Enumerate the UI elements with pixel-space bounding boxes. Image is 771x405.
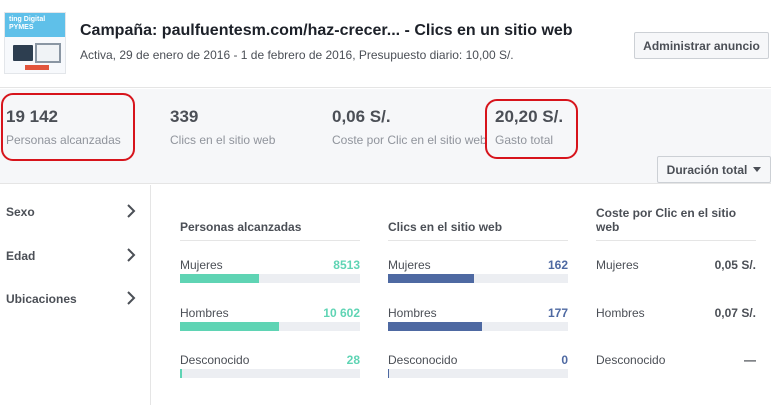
laptop-graphic — [13, 45, 33, 61]
bar-fill — [388, 369, 389, 378]
row-label: Hombres — [388, 306, 437, 320]
row-value: 162 — [547, 258, 568, 272]
bar-track — [180, 274, 360, 283]
bar-track — [388, 322, 568, 331]
stat-clicks: 339 Clics en el sitio web — [170, 107, 275, 147]
campaign-status: Activa, 29 de enero de 2016 - 1 de febre… — [80, 48, 514, 62]
bar-track — [180, 369, 360, 378]
row-label: Desconocido — [180, 353, 250, 367]
duration-label: Duración total — [666, 162, 748, 177]
breakdown-row: Hombres 10 602 — [180, 306, 360, 336]
bar-fill — [180, 274, 260, 283]
stat-label: Coste por Clic en el sitio web — [332, 133, 487, 147]
sidebar-item-label: Sexo — [6, 205, 35, 219]
campaign-title: Campaña: paulfuentesm.com/haz-crecer... … — [80, 22, 573, 39]
divider — [596, 240, 756, 241]
breakdown-row: Mujeres 0,05 S/. — [596, 258, 756, 288]
stat-value: 339 — [170, 107, 199, 126]
stat-value: 0,06 S/. — [332, 107, 391, 126]
sidebar-item-edad[interactable]: Edad — [0, 235, 150, 275]
bar-fill — [388, 322, 482, 331]
sidebar-item-label: Ubicaciones — [6, 292, 77, 306]
breakdown-column-reach: Personas alcanzadas Mujeres 8513 Hombres… — [180, 206, 360, 378]
breakdown-column-clicks: Clics en el sitio web Mujeres 162 Hombre… — [388, 206, 568, 378]
column-heading: Clics en el sitio web — [388, 220, 503, 234]
divider — [388, 240, 568, 241]
column-heading: Coste por Clic en el sitio web — [596, 206, 737, 234]
breakdown-row: Hombres 0,07 S/. — [596, 306, 756, 336]
highlight-circle-reach — [1, 93, 135, 161]
row-label: Mujeres — [596, 258, 639, 272]
breakdown-row: Mujeres 162 — [388, 258, 568, 288]
breakdown-row: Desconocido 28 — [180, 353, 360, 383]
column-heading: Personas alcanzadas — [180, 220, 302, 234]
highlight-circle-spend — [485, 99, 578, 159]
monitor-graphic — [35, 43, 61, 63]
manage-ad-button[interactable]: Administrar anuncio — [634, 32, 769, 59]
breakdown-row: Desconocido — — [596, 353, 756, 383]
breakdown-row: Hombres 177 — [388, 306, 568, 336]
bar-track — [388, 274, 568, 283]
bar-fill — [388, 274, 475, 283]
ad-thumbnail[interactable]: ting Digital PYMES — [4, 12, 66, 74]
row-label: Mujeres — [180, 258, 223, 272]
row-value: 177 — [547, 306, 568, 320]
row-value: 0,05 S/. — [714, 258, 756, 272]
bar-track — [388, 369, 568, 378]
row-label: Desconocido — [388, 353, 458, 367]
breakdown-column-cost: Coste por Clic en el sitio web Mujeres 0… — [596, 206, 756, 367]
row-label: Hombres — [180, 306, 229, 320]
row-value: 8513 — [333, 258, 360, 272]
stat-cost-per-click: 0,06 S/. Coste por Clic en el sitio web — [332, 107, 487, 147]
row-label: Desconocido — [596, 353, 666, 367]
accent-graphic — [25, 65, 49, 70]
row-label: Mujeres — [388, 258, 431, 272]
bar-fill — [180, 322, 279, 331]
sidebar-item-sexo[interactable]: Sexo — [0, 191, 150, 231]
sidebar-item-label: Edad — [6, 249, 36, 263]
caret-down-icon — [753, 167, 762, 172]
chevron-right-icon — [124, 247, 138, 263]
breakdown-sidebar: Sexo Edad Ubicaciones — [0, 185, 151, 405]
stats-summary: 19 142 Personas alcanzadas 339 Clics en … — [0, 89, 771, 184]
duration-dropdown[interactable]: Duración total — [657, 156, 771, 183]
row-value: 0,07 S/. — [714, 306, 756, 320]
thumbnail-banner: ting Digital PYMES — [5, 13, 65, 37]
breakdown-row: Mujeres 8513 — [180, 258, 360, 288]
row-value: 0 — [561, 353, 568, 367]
row-value: 28 — [346, 353, 360, 367]
breakdown-row: Desconocido 0 — [388, 353, 568, 383]
divider — [180, 240, 360, 241]
chevron-right-icon — [124, 203, 138, 219]
campaign-header: ting Digital PYMES Campaña: paulfuentesm… — [0, 0, 771, 88]
sidebar-item-ubicaciones[interactable]: Ubicaciones — [0, 278, 150, 318]
chevron-right-icon — [124, 290, 138, 306]
row-value: — — [744, 353, 756, 367]
thumbnail-text: ting Digital PYMES — [9, 16, 46, 31]
row-label: Hombres — [596, 306, 645, 320]
bar-fill — [180, 369, 182, 378]
stat-label: Clics en el sitio web — [170, 133, 276, 147]
bar-track — [180, 322, 360, 331]
row-value: 10 602 — [323, 306, 360, 320]
